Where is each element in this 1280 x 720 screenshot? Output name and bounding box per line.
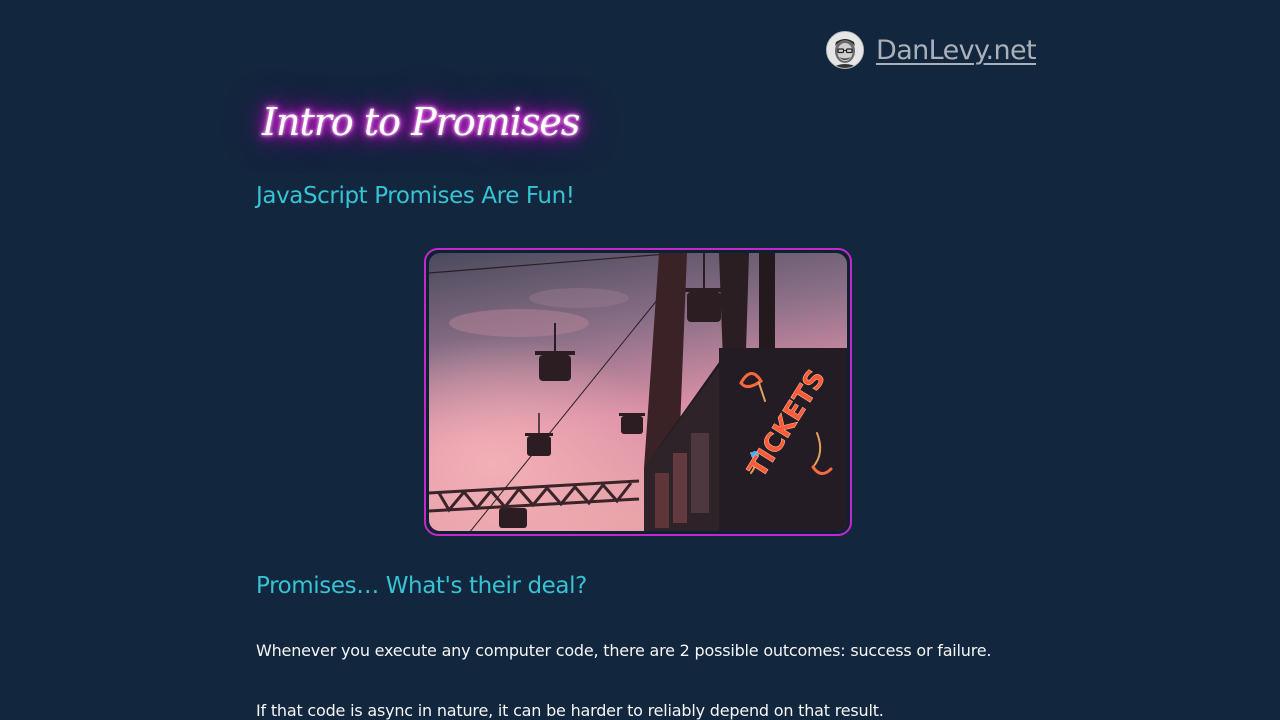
page: DanLevy.net Intro to Promises JavaScript… [0,0,1280,720]
paragraph: If that code is async in nature, it can … [256,701,884,720]
paragraph: Whenever you execute any computer code, … [256,641,992,660]
hero-image-frame: TICKETS [424,248,852,536]
section-heading: Promises… What's their deal? [256,573,587,599]
post-title: Intro to Promises [262,100,580,144]
post-subtitle: JavaScript Promises Are Fun! [256,183,575,209]
author-avatar [826,31,864,69]
hero-image: TICKETS [429,253,847,531]
site-brand-link[interactable]: DanLevy.net [826,31,1037,69]
site-name[interactable]: DanLevy.net [876,37,1037,64]
